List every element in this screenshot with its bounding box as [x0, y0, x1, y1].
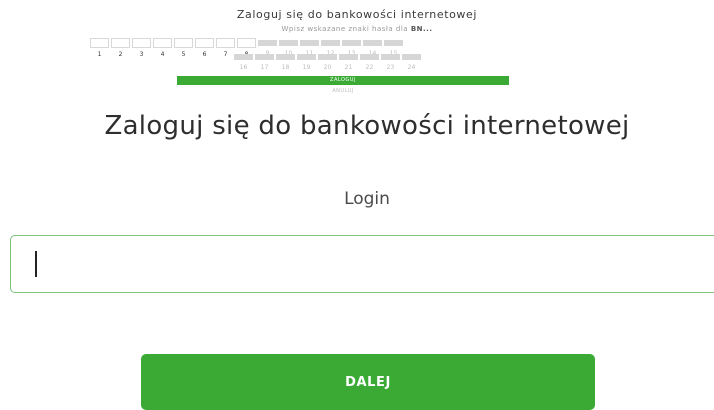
password-char-number: 6	[202, 51, 207, 58]
next-button[interactable]: DALEJ	[141, 354, 595, 410]
password-char-field[interactable]: 7	[216, 38, 235, 58]
password-char-field: 24	[402, 54, 421, 71]
password-char-field: 9	[258, 40, 277, 57]
text-caret	[35, 251, 37, 277]
password-char-number: 22	[365, 64, 374, 71]
password-char-field: 11	[300, 40, 319, 57]
password-char-field[interactable]: 6	[195, 38, 214, 58]
password-char-number: 19	[302, 64, 311, 71]
password-char-field[interactable]: 2	[111, 38, 130, 58]
preview-instruction: Wpisz wskazane znaki hasła dla BN...	[0, 25, 714, 33]
password-char-number: 2	[118, 51, 123, 58]
password-char-row: 123456789101112131415	[90, 38, 405, 58]
password-char-field: 21	[339, 54, 358, 71]
password-char-number: 7	[223, 51, 228, 58]
password-char-number: 21	[344, 64, 353, 71]
password-char-field[interactable]: 3	[132, 38, 151, 58]
password-char-field: 15	[384, 40, 403, 57]
password-char-field: 17	[255, 54, 274, 71]
password-char-field[interactable]: 5	[174, 38, 193, 58]
password-char-number: 24	[407, 64, 416, 71]
login-label: Login	[344, 189, 390, 209]
preview-cancel-link[interactable]: ANULUJ	[177, 88, 509, 94]
password-char-number: 23	[386, 64, 395, 71]
password-char-number: 17	[260, 64, 269, 71]
password-char-field: 19	[297, 54, 316, 71]
password-char-number: 1	[97, 51, 102, 58]
password-char-field: 22	[360, 54, 379, 71]
preview-login-button[interactable]: ZALOGUJ	[177, 76, 509, 85]
password-char-row: 16 17 18 19 20 21 22 23 24	[234, 52, 423, 71]
password-char-field: 14	[363, 40, 382, 57]
password-char-number: 3	[139, 51, 144, 58]
password-char-field: 10	[279, 40, 298, 57]
preview-title: Zaloguj się do bankowości internetowej	[236, 8, 478, 21]
password-char-field: 18	[276, 54, 295, 71]
password-char-number: 18	[281, 64, 290, 71]
password-char-field: 13	[342, 40, 361, 57]
password-char-field: 12	[321, 40, 340, 57]
page-title: Zaloguj się do bankowości internetowej	[104, 111, 630, 141]
preview-instruction-account: BN...	[410, 25, 433, 33]
preview-instruction-text: Wpisz wskazane znaki hasła dla	[281, 25, 409, 33]
password-char-number: 16	[239, 64, 248, 71]
password-char-field: 16	[234, 54, 253, 71]
login-preview: Zaloguj się do bankowości internetowej W…	[0, 0, 714, 98]
password-char-field: 23	[381, 54, 400, 71]
password-char-field: 20	[318, 54, 337, 71]
password-char-field[interactable]: 1	[90, 38, 109, 58]
password-char-field[interactable]: 8	[237, 38, 256, 58]
password-char-field[interactable]: 4	[153, 38, 172, 58]
password-char-number: 5	[181, 51, 186, 58]
password-char-number: 4	[160, 51, 165, 58]
login-input[interactable]	[10, 235, 714, 293]
password-char-number: 20	[323, 64, 332, 71]
